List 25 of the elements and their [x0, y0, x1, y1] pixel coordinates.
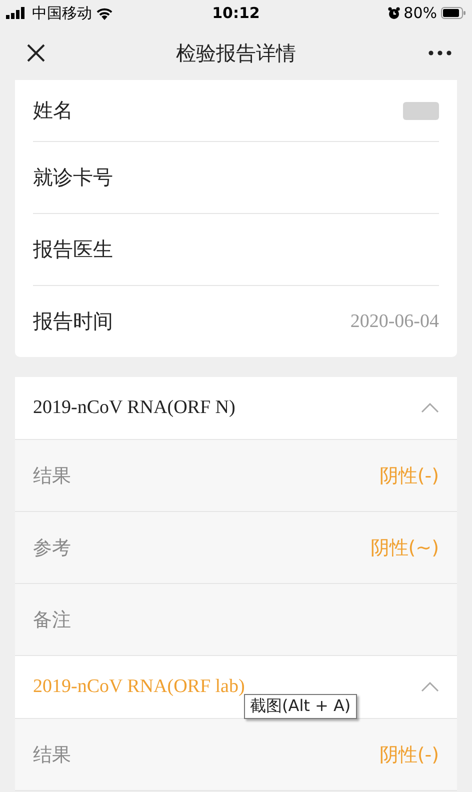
- chevron-up-icon: [421, 403, 439, 413]
- wifi-icon: [96, 6, 113, 20]
- page-title: 检验报告详情: [176, 40, 296, 66]
- chevron-up-icon: [421, 682, 439, 692]
- battery-icon: [441, 7, 466, 19]
- field-label: 报告时间: [33, 308, 113, 335]
- battery-percent: 80%: [404, 4, 437, 22]
- status-time: 10:12: [212, 4, 260, 22]
- field-label: 姓名: [33, 97, 73, 124]
- result-label: 备注: [33, 608, 71, 632]
- result-label: 结果: [33, 742, 71, 768]
- close-icon: [26, 43, 46, 63]
- result-value: 阴性(-): [379, 464, 439, 488]
- test-header[interactable]: 2019-nCoV RNA(ORF N): [15, 377, 457, 440]
- field-value: 2020-06-04: [350, 310, 439, 332]
- field-label: 报告医生: [33, 236, 113, 263]
- result-label: 参考: [33, 536, 71, 560]
- more-icon: [428, 50, 452, 56]
- tooltip: 截图(Alt + A): [244, 694, 357, 719]
- result-value: 阴性(~): [370, 536, 439, 560]
- result-label: 结果: [33, 464, 71, 488]
- carrier-name: 中国移动: [32, 4, 92, 22]
- field-label: 就诊卡号: [33, 164, 113, 191]
- alarm-icon: [388, 6, 400, 20]
- result-value: 阴性(-): [379, 742, 439, 768]
